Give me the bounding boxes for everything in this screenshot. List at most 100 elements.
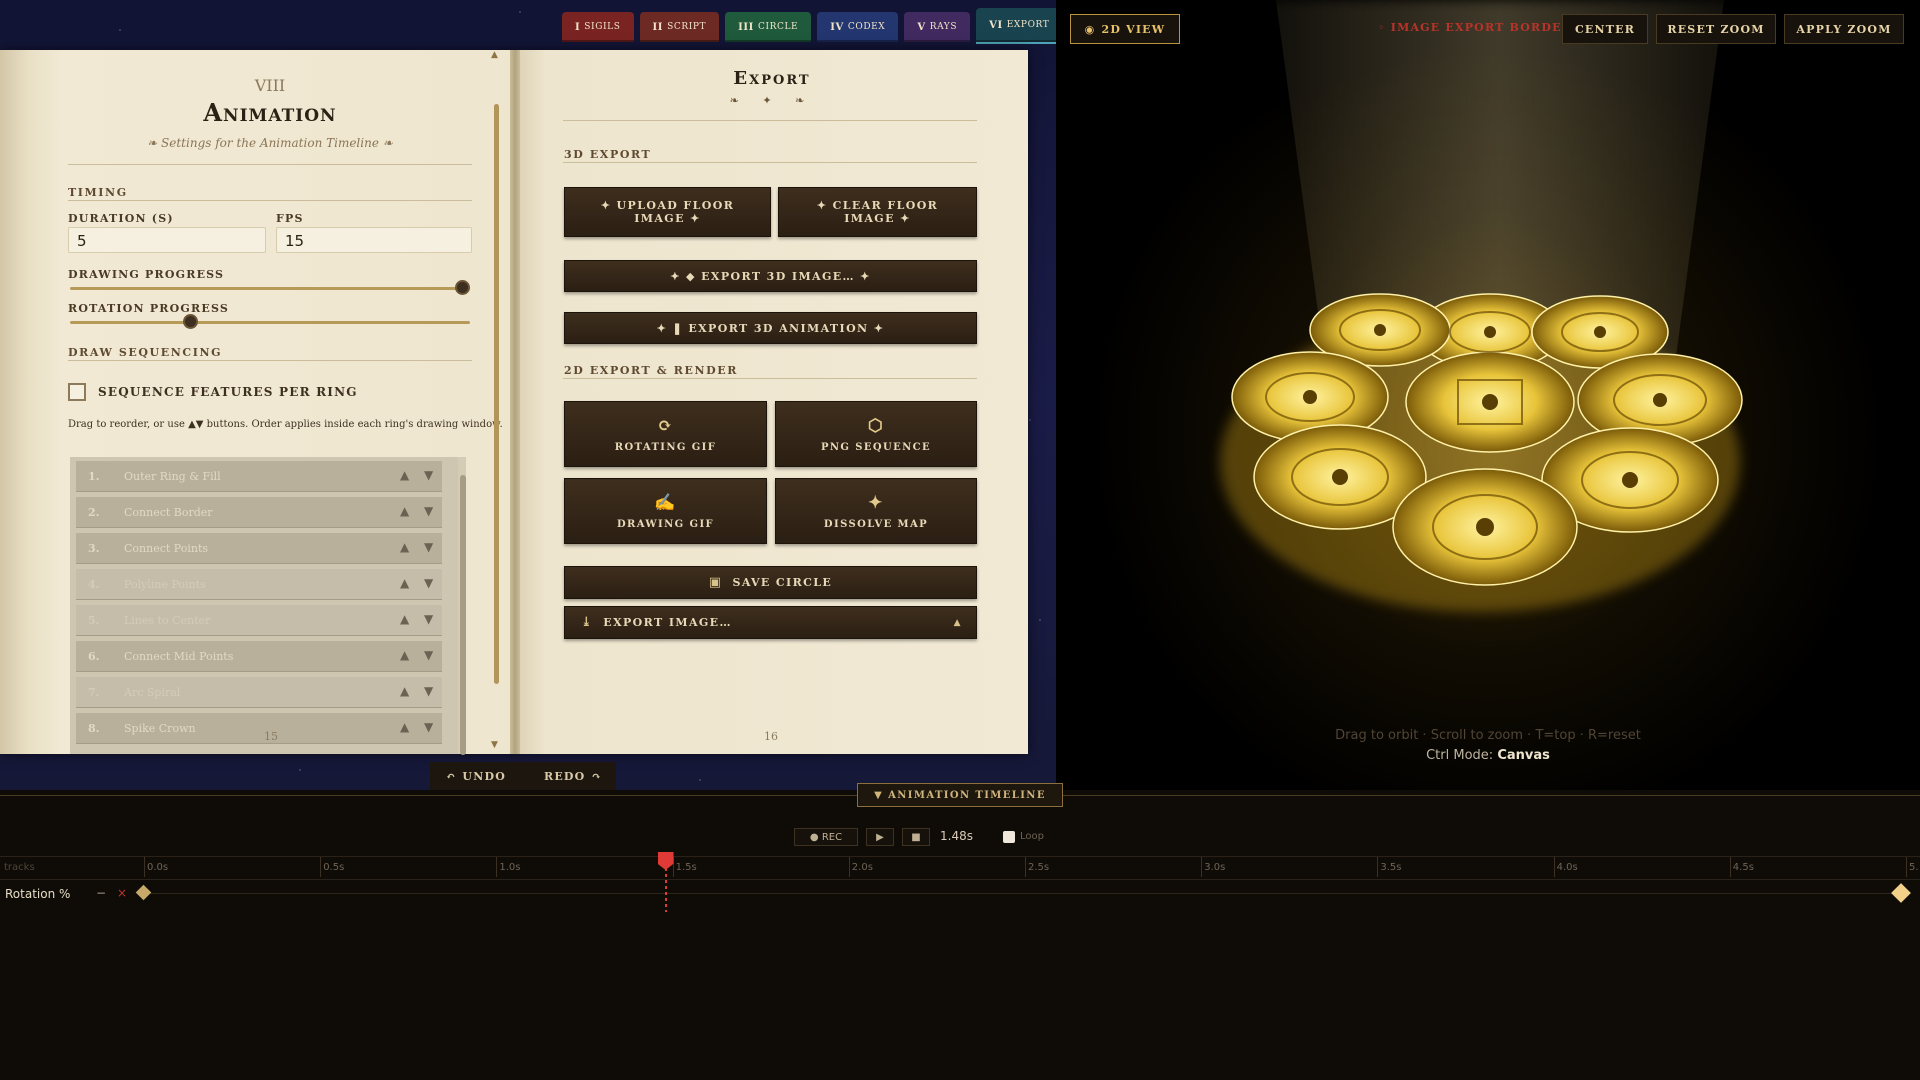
upload-floor-image-button[interactable]: ✦ UPLOAD FLOOR IMAGE ✦ — [564, 187, 771, 237]
sequence-item[interactable]: 1. Outer Ring & Fill ▲ ▼ — [76, 461, 442, 492]
redo-label: REDO — [544, 769, 586, 783]
book-spine — [510, 50, 520, 754]
rotation-progress-thumb[interactable] — [183, 314, 198, 329]
undo-label: UNDO — [462, 769, 506, 783]
move-down-icon[interactable]: ▼ — [424, 648, 433, 662]
rotating-gif-button[interactable]: ⟳ ROTATING GIF — [564, 401, 767, 467]
tab-codex[interactable]: IV CODEX — [817, 12, 899, 42]
ruler-tick — [320, 857, 322, 877]
track-remove-button[interactable]: × — [117, 886, 127, 900]
clear-floor-image-button[interactable]: ✦ CLEAR FLOOR IMAGE ✦ — [778, 187, 977, 237]
ctrl-mode-text: Ctrl Mode: Canvas — [1056, 748, 1920, 763]
tab-rays[interactable]: V RAYS — [904, 12, 971, 42]
move-down-icon[interactable]: ▼ — [424, 504, 433, 518]
move-up-icon[interactable]: ▲ — [400, 504, 409, 518]
record-button[interactable]: ● REC — [794, 828, 858, 846]
chevron-up-icon[interactable]: ▲ — [954, 618, 962, 628]
export-image-button[interactable]: ⤓ EXPORT IMAGE… ▲ — [564, 606, 977, 639]
loop-checkbox[interactable] — [1003, 831, 1015, 843]
dissolve-map-button[interactable]: ✦ DISSOLVE MAP — [775, 478, 977, 544]
sequence-item[interactable]: 7. Arc Spiral ▲ ▼ — [76, 677, 442, 708]
track-lane — [144, 893, 1904, 894]
move-up-icon[interactable]: ▲ — [400, 540, 409, 554]
move-up-icon[interactable]: ▲ — [400, 648, 409, 662]
play-button[interactable]: ▶ — [866, 828, 894, 846]
chapter-numeral: VIII — [254, 76, 286, 95]
tab-circle[interactable]: III CIRCLE — [725, 12, 812, 42]
undo-button[interactable]: ↶ UNDO — [446, 762, 506, 790]
move-down-icon[interactable]: ▼ — [424, 468, 433, 482]
sequence-item-number: 6. — [88, 650, 100, 663]
move-up-icon[interactable]: ▲ — [400, 468, 409, 482]
drawing-gif-button[interactable]: ✍ DRAWING GIF — [564, 478, 767, 544]
redo-button[interactable]: REDO ↷ — [544, 762, 602, 790]
sequence-item[interactable]: 6. Connect Mid Points ▲ ▼ — [76, 641, 442, 672]
sequence-item[interactable]: 2. Connect Border ▲ ▼ — [76, 497, 442, 528]
ruler-tick — [144, 857, 145, 877]
save-circle-button[interactable]: ▣ SAVE CIRCLE — [564, 566, 977, 599]
ruler-tick-label: 1.5s — [675, 862, 697, 873]
png-sequence-button[interactable]: ⬡ PNG SEQUENCE — [775, 401, 977, 467]
ruler-tick — [1377, 857, 1379, 877]
drawing-progress-slider[interactable] — [70, 287, 470, 290]
rotate-icon: ⟳ — [657, 415, 674, 436]
chapter-tabs: I SIGILS II SCRIPT III CIRCLE IV CODEX V RAYS VI EX… — [562, 8, 1063, 44]
sequence-per-ring-label: SEQUENCE FEATURES PER RING — [98, 385, 358, 399]
ruler-tick-label: 5. — [1909, 862, 1919, 873]
2d-view-label: 2D VIEW — [1101, 22, 1166, 36]
move-up-icon[interactable]: ▲ — [400, 684, 409, 698]
move-down-icon[interactable]: ▼ — [424, 684, 433, 698]
sequence-item-label: Outer Ring & Fill — [124, 470, 221, 483]
divider — [563, 162, 977, 163]
magic-circle-render[interactable] — [1190, 262, 1770, 646]
export-3d-heading: 3D EXPORT — [564, 148, 652, 161]
tab-label: SIGILS — [584, 22, 621, 32]
2d-view-button[interactable]: ◉ 2D VIEW — [1070, 14, 1180, 44]
ruler-tick-label: 0.0s — [147, 862, 169, 873]
center-button[interactable]: CENTER — [1562, 14, 1648, 44]
move-up-icon[interactable]: ▲ — [400, 576, 409, 590]
ruler-tick — [1025, 857, 1026, 877]
ruler-tick — [848, 857, 850, 877]
move-down-icon[interactable]: ▼ — [424, 576, 433, 590]
ruler-tick-label: 3.5s — [1380, 862, 1402, 873]
export-3d-image-button[interactable]: ✦ ◆ EXPORT 3D IMAGE… ✦ — [564, 260, 977, 292]
stop-button[interactable]: ■ — [902, 828, 930, 846]
move-down-icon[interactable]: ▼ — [424, 612, 433, 626]
ruler-tick — [1729, 857, 1731, 877]
duration-input[interactable]: 5 — [68, 227, 266, 253]
track-collapse-button[interactable]: − — [96, 886, 106, 900]
drawing-gif-label: DRAWING GIF — [616, 518, 715, 530]
sequence-per-ring-checkbox[interactable] — [68, 383, 86, 401]
apply-zoom-button[interactable]: APPLY ZOOM — [1784, 14, 1904, 44]
tab-script[interactable]: II SCRIPT — [639, 12, 720, 42]
animation-timeline-toggle[interactable]: ▼ ANIMATION TIMELINE — [857, 783, 1063, 807]
drawing-progress-thumb[interactable] — [455, 280, 470, 295]
tab-export[interactable]: VI EXPORT — [976, 8, 1063, 44]
fps-input[interactable]: 15 — [276, 227, 472, 253]
move-up-icon[interactable]: ▲ — [400, 720, 409, 734]
export-ornament: ❧ ✦ ❧ — [729, 94, 815, 107]
sequence-item[interactable]: 3. Connect Points ▲ ▼ — [76, 533, 442, 564]
image-export-border-toggle[interactable]: ◦ IMAGE EXPORT BORDER — [1378, 21, 1572, 34]
rotation-progress-slider[interactable] — [70, 321, 470, 324]
export-3d-animation-button[interactable]: ✦ ❚ EXPORT 3D ANIMATION ✦ — [564, 312, 977, 344]
page-title: Animation — [203, 98, 337, 127]
sequence-item[interactable]: 5. Lines to Center ▲ ▼ — [76, 605, 442, 636]
page-scrollbar[interactable] — [494, 104, 499, 684]
drawing-progress-label: DRAWING PROGRESS — [68, 268, 225, 281]
tab-sigils[interactable]: I SIGILS — [562, 12, 634, 42]
move-down-icon[interactable]: ▼ — [424, 540, 433, 554]
sequence-scrollbar-thumb[interactable] — [460, 475, 466, 755]
reset-zoom-button[interactable]: RESET ZOOM — [1656, 14, 1776, 44]
scroll-up-icon[interactable]: ▲ — [491, 50, 498, 60]
move-up-icon[interactable]: ▲ — [400, 612, 409, 626]
timeline-ruler[interactable] — [0, 856, 1920, 880]
move-down-icon[interactable]: ▼ — [424, 720, 433, 734]
scroll-down-icon[interactable]: ▼ — [491, 740, 498, 750]
ruler-tick-label: 4.0s — [1556, 862, 1578, 873]
sequence-item[interactable]: 8. Spike Crown ▲ ▼ — [76, 713, 442, 744]
sequence-item[interactable]: 4. Polyline Points ▲ ▼ — [76, 569, 442, 600]
sequence-item-number: 1. — [88, 470, 100, 483]
tab-label: CODEX — [847, 22, 886, 32]
